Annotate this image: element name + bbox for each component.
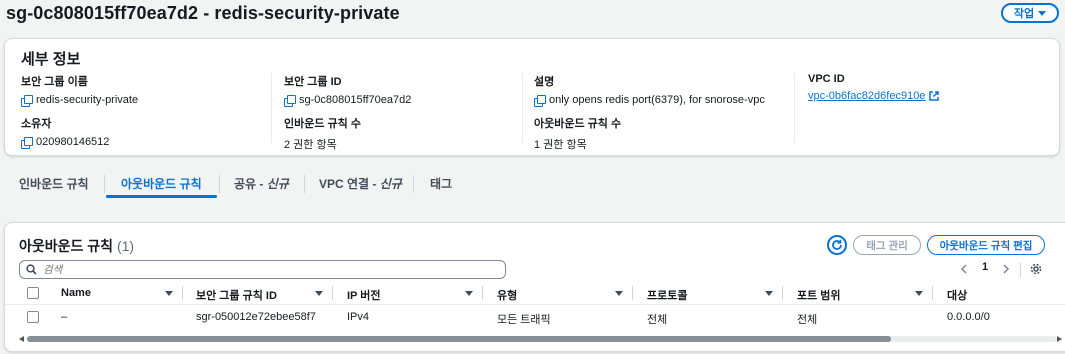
table-row[interactable]: – sgr-050012e72ebee58f7 IPv4 모든 트래픽 전체 전… <box>5 306 1065 328</box>
field-vpc-id: VPC ID vpc-0b6fac82d6fec910e <box>808 73 1058 102</box>
select-all-checkbox[interactable] <box>27 287 39 299</box>
cell-rule-id: sgr-050012e72ebee58f7 <box>196 311 316 323</box>
sort-icon[interactable] <box>765 291 773 296</box>
field-label: 설명 <box>534 76 555 88</box>
rules-title-text: 아웃바운드 규칙 <box>19 238 114 254</box>
field-security-group-name: 보안 그룹 이름 redis-security-private <box>21 73 271 107</box>
field-value: 1 권한 항목 <box>534 139 587 151</box>
scroll-left-arrow-icon[interactable] <box>19 336 24 342</box>
tab-tags[interactable]: 태그 <box>430 175 452 192</box>
rules-count: (1) <box>116 238 135 254</box>
outbound-rules-panel: 아웃바운드 규칙 (1) 태그 관리 아웃바운드 규칙 편집 1 Name 보안… <box>4 222 1065 352</box>
sort-icon[interactable] <box>315 291 323 296</box>
tab-label: VPC 연결 - <box>319 177 380 191</box>
sort-icon[interactable] <box>915 291 923 296</box>
refresh-icon <box>832 239 842 250</box>
tab-label: 공유 - <box>234 177 267 191</box>
settings-gear-icon[interactable] <box>1030 263 1042 275</box>
field-owner: 소유자 020980146512 <box>21 115 271 149</box>
field-label: 소유자 <box>21 118 52 130</box>
column-header-protocol[interactable]: 프로토콜 <box>647 287 687 303</box>
chevron-left-icon[interactable] <box>960 264 968 274</box>
column-header-type[interactable]: 유형 <box>497 287 517 303</box>
tab-sharing[interactable]: 공유 - 신규 <box>234 175 289 192</box>
column-header-rule-id[interactable]: 보안 그룹 규칙 ID <box>196 287 277 303</box>
field-label: 보안 그룹 ID <box>284 76 342 88</box>
edit-outbound-rules-button[interactable]: 아웃바운드 규칙 편집 <box>927 235 1045 255</box>
column-header-ip-version[interactable]: IP 버전 <box>347 287 381 303</box>
tab-outbound-rules[interactable]: 아웃바운드 규칙 <box>121 175 202 192</box>
chevron-right-icon[interactable] <box>1002 264 1010 274</box>
field-value: 2 권한 항목 <box>284 139 337 151</box>
field-label: 아웃바운드 규칙 수 <box>534 118 622 130</box>
field-value: only opens redis port(6379), for snorose… <box>549 94 765 106</box>
copy-icon[interactable] <box>21 94 33 107</box>
sort-icon[interactable] <box>465 291 473 296</box>
copy-icon[interactable] <box>534 94 546 107</box>
new-badge: 신규 <box>379 177 402 191</box>
sort-icon[interactable] <box>165 291 173 296</box>
column-header-name[interactable]: Name <box>61 287 91 299</box>
rules-title: 아웃바운드 규칙 (1) <box>19 236 134 256</box>
tab-vpc-associations[interactable]: VPC 연결 - 신규 <box>319 175 402 192</box>
details-panel: 세부 정보 보안 그룹 이름 redis-security-private 보안… <box>4 38 1060 156</box>
search-icon <box>26 264 37 275</box>
field-value: 020980146512 <box>36 136 110 148</box>
column-header-port-range[interactable]: 포트 범위 <box>797 287 841 303</box>
caret-down-icon <box>1038 10 1047 16</box>
field-label: 보안 그룹 이름 <box>21 76 88 88</box>
new-badge: 신규 <box>266 177 289 191</box>
active-tab-indicator <box>106 195 217 198</box>
field-value: sg-0c808015ff70ea7d2 <box>299 94 412 106</box>
field-security-group-id: 보안 그룹 ID sg-0c808015ff70ea7d2 <box>284 73 534 107</box>
vpc-id-link[interactable]: vpc-0b6fac82d6fec910e <box>808 90 925 102</box>
field-inbound-rule-count: 인바운드 규칙 수 2 권한 항목 <box>284 115 534 152</box>
cell-destination: 0.0.0.0/0 <box>947 311 990 323</box>
cell-name: – <box>61 311 68 323</box>
field-outbound-rule-count: 아웃바운드 규칙 수 1 권한 항목 <box>534 115 784 152</box>
search-field[interactable] <box>19 260 506 279</box>
page-title: sg-0c808015ff70ea7d2 - redis-security-pr… <box>6 3 400 23</box>
scroll-thumb[interactable] <box>27 336 891 342</box>
refresh-button[interactable] <box>827 235 847 255</box>
field-value: redis-security-private <box>36 94 139 106</box>
actions-button-label: 작업 <box>1013 8 1035 20</box>
cell-type: 모든 트래픽 <box>497 314 551 326</box>
cell-port-range: 전체 <box>797 314 818 326</box>
table-header: Name 보안 그룹 규칙 ID IP 버전 유형 프로토콜 포트 범위 대상 <box>5 283 1065 305</box>
page-header: sg-0c808015ff70ea7d2 - redis-security-pr… <box>0 0 1065 30</box>
horizontal-scrollbar[interactable] <box>19 334 1063 344</box>
scroll-right-arrow-icon[interactable] <box>1057 336 1062 342</box>
sort-icon[interactable] <box>615 291 623 296</box>
manage-tags-button[interactable]: 태그 관리 <box>853 235 921 255</box>
field-label: VPC ID <box>808 73 845 85</box>
tab-inbound-rules[interactable]: 인바운드 규칙 <box>19 175 89 192</box>
column-header-destination[interactable]: 대상 <box>947 287 967 303</box>
field-description: 설명 only opens redis port(6379), for snor… <box>534 73 794 107</box>
cell-protocol: 전체 <box>647 314 668 326</box>
copy-icon[interactable] <box>21 136 33 149</box>
search-input[interactable] <box>43 263 463 276</box>
page-number[interactable]: 1 <box>982 261 988 273</box>
field-label: 인바운드 규칙 수 <box>284 118 361 130</box>
actions-button[interactable]: 작업 <box>1001 3 1059 23</box>
external-link-icon <box>929 91 940 101</box>
copy-icon[interactable] <box>284 94 296 107</box>
details-title: 세부 정보 <box>21 51 81 68</box>
tab-bar: 인바운드 규칙 아웃바운드 규칙 공유 - 신규 VPC 연결 - 신규 태그 <box>0 168 1065 202</box>
cell-ip-version: IPv4 <box>347 311 370 323</box>
row-checkbox[interactable] <box>27 311 39 323</box>
